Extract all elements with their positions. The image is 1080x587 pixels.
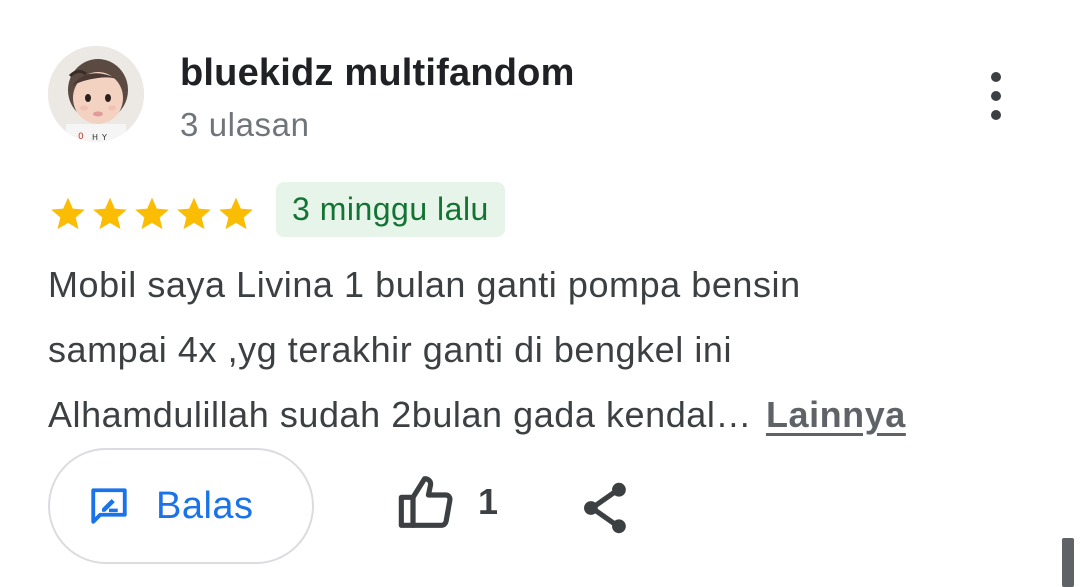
share-button[interactable] (580, 480, 632, 536)
svg-text:0: 0 (78, 132, 84, 142)
review-text-line: Mobil saya Livina 1 bulan ganti pompa be… (48, 264, 801, 305)
review-count[interactable]: 3 ulasan (180, 106, 310, 144)
author-name[interactable]: bluekidz multifandom (180, 52, 575, 95)
more-vert-icon-dot (991, 91, 1001, 101)
star-icon (135, 197, 169, 230)
like-count: 1 (478, 481, 499, 522)
star-icon (93, 197, 127, 230)
star-icon (51, 197, 85, 230)
more-vert-icon-dot (991, 110, 1001, 120)
review-card: 0 H Y bluekidz multifandom 3 ulasan 3 mi… (0, 0, 1080, 587)
star-icon (177, 197, 211, 230)
reply-button-label: Balas (156, 484, 254, 527)
avatar[interactable]: 0 H Y (48, 46, 144, 142)
reply-button[interactable]: Balas (48, 448, 314, 564)
svg-text:Y: Y (101, 133, 107, 142)
review-text: Mobil saya Livina 1 bulan ganti pompa be… (48, 252, 1048, 447)
rate-review-icon (91, 488, 127, 524)
avatar-photo: 0 H Y (48, 46, 144, 142)
like-button[interactable]: 1 (396, 474, 498, 530)
svg-text:H: H (92, 133, 98, 142)
share-icon (584, 482, 626, 534)
more-options-button[interactable] (972, 68, 1020, 124)
thumb-up-icon (398, 476, 453, 528)
scrollbar[interactable] (1062, 538, 1074, 587)
star-icon (219, 197, 253, 230)
review-text-truncated: Alhamdulillah sudah 2bulan gada kendal… (48, 394, 752, 435)
review-text-line: sampai 4x ,yg terakhir ganti di bengkel … (48, 329, 733, 370)
review-text-line-last: Alhamdulillah sudah 2bulan gada kendal… L… (48, 382, 1048, 447)
time-ago-badge: 3 minggu lalu (276, 182, 505, 237)
more-vert-icon (991, 72, 1001, 82)
more-link[interactable]: Lainnya (766, 394, 906, 435)
star-rating (48, 194, 256, 234)
